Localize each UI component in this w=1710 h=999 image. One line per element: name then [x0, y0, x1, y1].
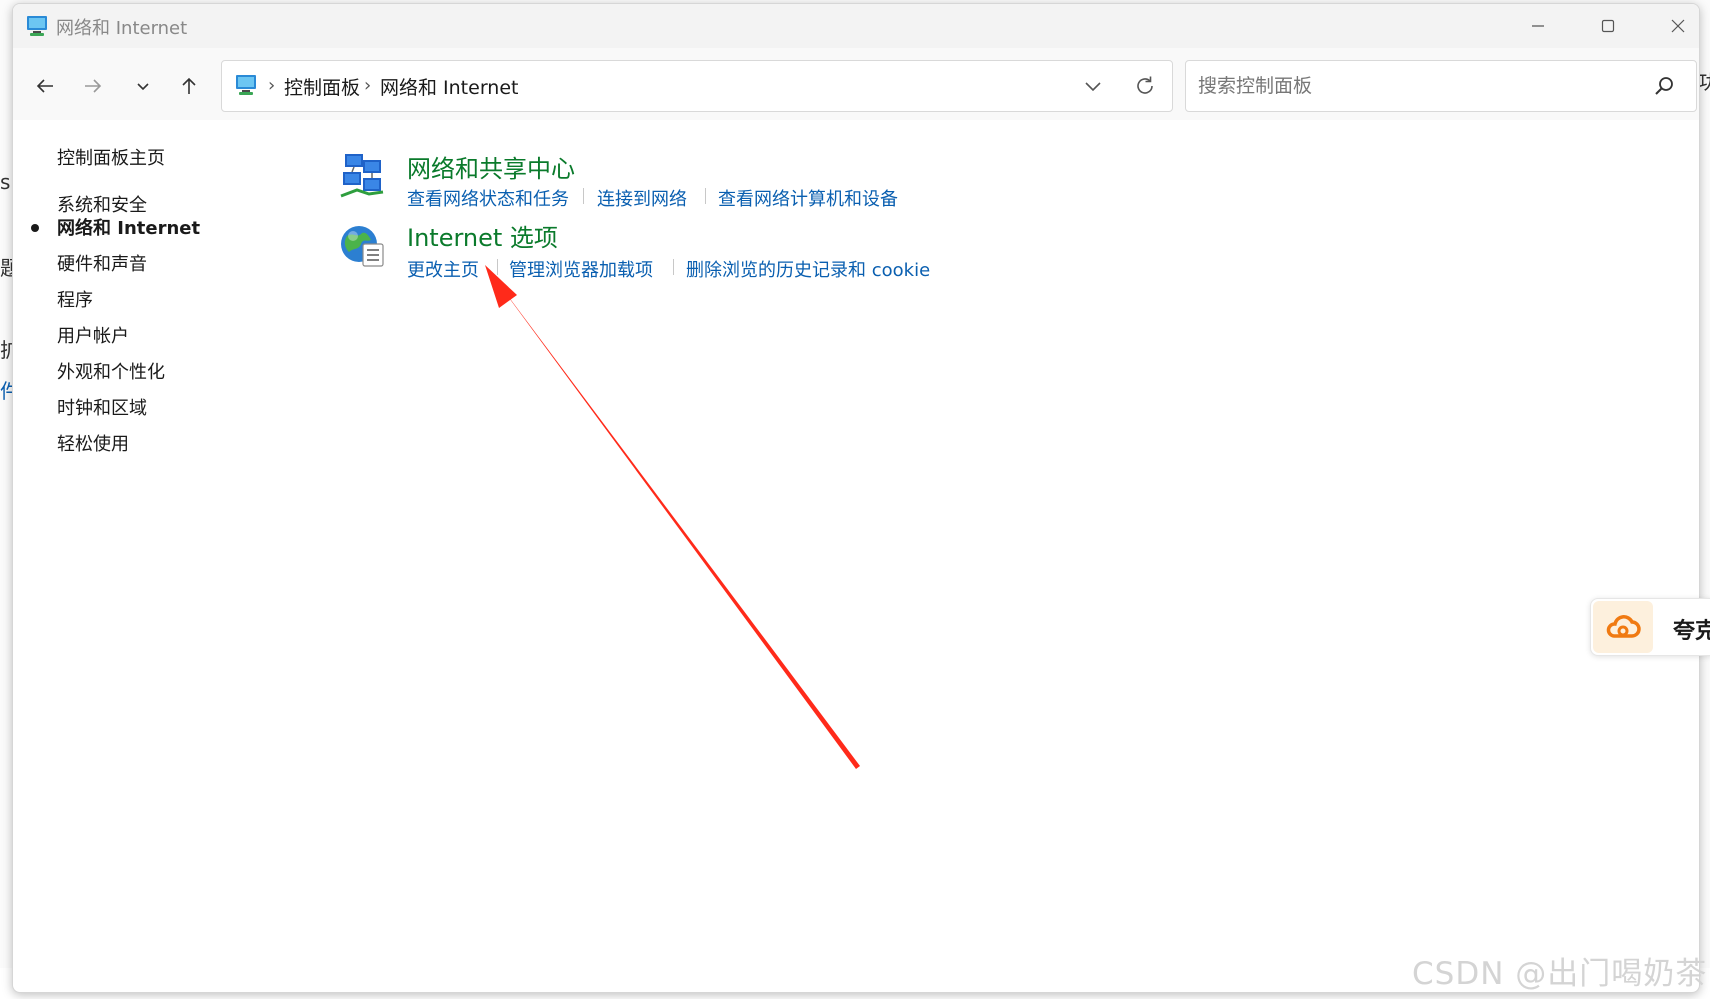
control-panel-icon	[236, 75, 256, 95]
sidebar-item-network-internet[interactable]: 网络和 Internet	[57, 214, 200, 240]
forward-button[interactable]	[75, 68, 111, 104]
category-title-internet-options[interactable]: Internet 选项	[407, 218, 558, 253]
link-manage-browser-addons[interactable]: 管理浏览器加载项	[509, 256, 653, 282]
refresh-icon[interactable]	[1132, 73, 1158, 99]
sidebar-item-programs[interactable]: 程序	[57, 286, 93, 312]
network-sharing-icon	[340, 154, 384, 198]
search-box	[1185, 60, 1697, 112]
background-text-fragment: s	[0, 170, 11, 194]
recent-locations-button[interactable]	[125, 68, 161, 104]
arrow-left-icon	[36, 79, 53, 93]
up-button[interactable]	[171, 68, 207, 104]
sidebar-item-hardware-sound[interactable]: 硬件和声音	[57, 250, 147, 276]
search-input[interactable]	[1196, 71, 1630, 101]
quark-side-widget[interactable]: 夸克	[1590, 598, 1710, 656]
sidebar-item-appearance[interactable]: 外观和个性化	[57, 358, 165, 384]
sidebar-item-ease-of-access[interactable]: 轻松使用	[57, 430, 129, 456]
minimize-button[interactable]	[1503, 4, 1573, 48]
sidebar-item-user-accounts[interactable]: 用户帐户	[57, 322, 129, 348]
address-dropdown-icon[interactable]	[1080, 73, 1106, 99]
title-bar: 网络和 Internet	[13, 4, 1699, 48]
chevron-down-icon	[137, 83, 149, 91]
link-delete-browsing-history[interactable]: 删除浏览的历史记录和 cookie	[686, 256, 930, 282]
internet-options-globe-icon	[341, 226, 384, 267]
link-divider	[583, 188, 584, 204]
link-divider	[497, 259, 498, 275]
cloud-icon	[1593, 601, 1653, 653]
control-panel-icon	[27, 16, 47, 36]
maximize-button[interactable]	[1573, 4, 1643, 48]
link-divider	[705, 188, 706, 204]
sidebar-item-control-panel-home[interactable]: 控制面板主页	[57, 144, 165, 170]
close-icon	[1671, 19, 1685, 33]
sidebar-item-clock-region[interactable]: 时钟和区域	[57, 394, 147, 420]
link-view-network-computers[interactable]: 查看网络计算机和设备	[718, 185, 898, 211]
link-connect-to-network[interactable]: 连接到网络	[597, 185, 687, 211]
search-icon[interactable]	[1654, 75, 1676, 97]
link-divider	[673, 259, 674, 275]
arrow-up-icon	[182, 77, 196, 94]
address-bar[interactable]: › 控制面板 › 网络和 Internet	[221, 60, 1173, 112]
maximize-icon	[1601, 19, 1615, 33]
chevron-right-icon: ›	[268, 75, 276, 96]
arrow-right-icon	[85, 79, 102, 93]
csdn-watermark: CSDN @出门喝奶茶	[1412, 956, 1708, 992]
chevron-right-icon: ›	[364, 75, 372, 96]
link-view-network-status[interactable]: 查看网络状态和任务	[407, 185, 569, 211]
breadcrumb-network-internet[interactable]: 网络和 Internet	[380, 73, 518, 100]
navigation-bar: › 控制面板 › 网络和 Internet	[13, 48, 1699, 120]
control-panel-window: 网络和 Internet › 控制面板 › 网络和 Internet 搜索控制面…	[12, 3, 1700, 993]
quark-label: 夸克	[1673, 619, 1710, 644]
minimize-icon	[1532, 25, 1544, 27]
back-button[interactable]	[27, 68, 63, 104]
window-title: 网络和 Internet	[56, 18, 188, 39]
link-change-home-page[interactable]: 更改主页	[407, 256, 479, 282]
close-button[interactable]	[1643, 4, 1699, 48]
breadcrumb-control-panel[interactable]: 控制面板	[284, 73, 360, 100]
active-bullet-icon	[31, 224, 39, 232]
category-title-network-sharing-center[interactable]: 网络和共享中心	[407, 149, 575, 184]
